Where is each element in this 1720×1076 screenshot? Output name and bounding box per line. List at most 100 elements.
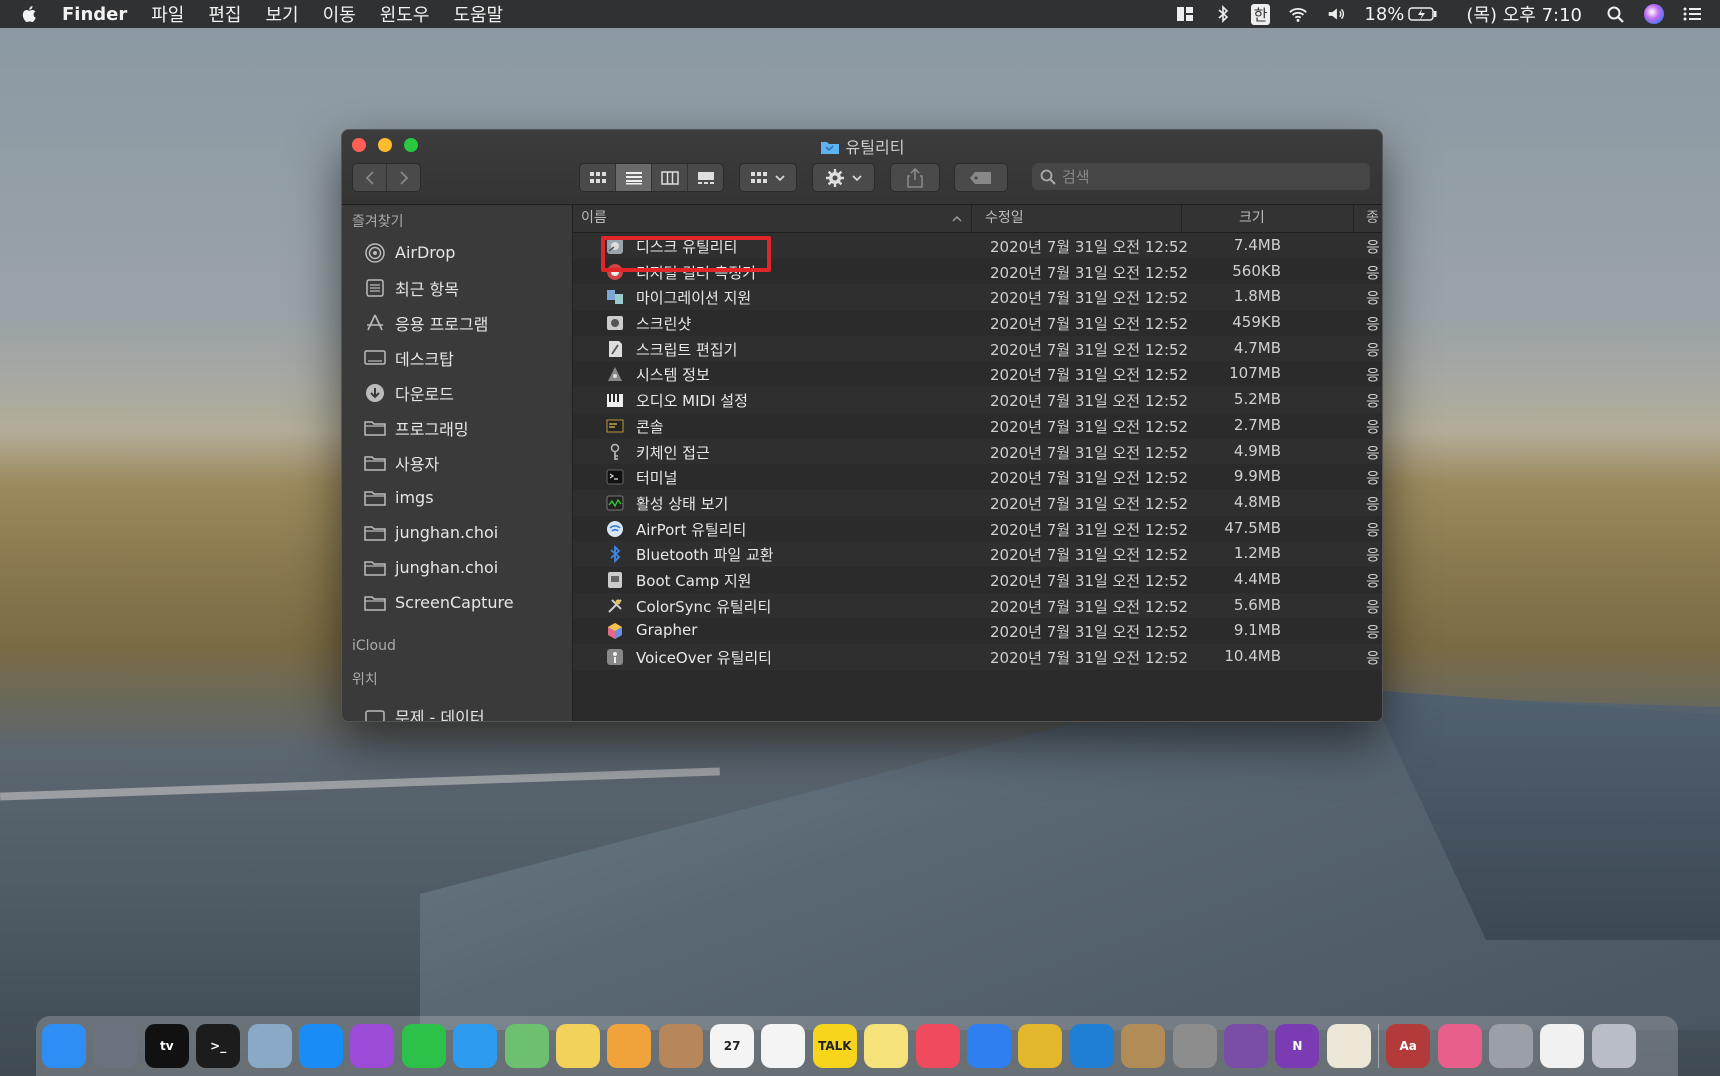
column-header-name[interactable]: 이름 — [581, 205, 607, 232]
textedit-dock-icon[interactable] — [1326, 1024, 1371, 1068]
row-name: VoiceOver 유틸리티 — [636, 649, 772, 667]
music-dock-icon[interactable] — [915, 1024, 960, 1068]
table-row[interactable]: 콘솔 2020년 7월 31일 오전 12:52 2.7MB 응 — [573, 413, 1382, 439]
kakaotalk-dock-icon[interactable]: TALK — [812, 1024, 857, 1068]
list-view-button[interactable] — [616, 164, 652, 191]
menu-window[interactable]: 윈도우 — [380, 1, 430, 27]
window-layout-icon[interactable] — [1175, 5, 1195, 23]
documents-stack-dock-icon[interactable] — [1540, 1024, 1585, 1068]
table-row[interactable]: 활성 상태 보기 2020년 7월 31일 오전 12:52 4.8MB 응 — [573, 489, 1382, 516]
menu-help[interactable]: 도움말 — [453, 1, 503, 27]
downloads-stack-dock-icon[interactable] — [1437, 1024, 1482, 1068]
app-store-dock-icon[interactable] — [298, 1024, 343, 1068]
reminders-dock-icon[interactable] — [761, 1024, 806, 1068]
column-header-date[interactable]: 수정일 — [985, 205, 1024, 232]
apple-tv-dock-icon[interactable]: tv — [144, 1024, 189, 1068]
table-row[interactable]: VoiceOver 유틸리티 2020년 7월 31일 오전 12:52 10.… — [573, 644, 1382, 670]
menu-file[interactable]: 파일 — [151, 1, 184, 27]
gallery-view-button[interactable] — [688, 164, 723, 191]
sidebar-item-disk[interactable]: 무제 - 데이터 — [342, 698, 572, 721]
column-header-kind[interactable]: 종 — [1366, 205, 1379, 232]
back-button[interactable] — [353, 164, 387, 191]
sidebar-item-programming[interactable]: 프로그래밍 — [342, 410, 572, 445]
contacts-dock-icon[interactable] — [658, 1024, 703, 1068]
sidebar-item-junghan-choi-1[interactable]: junghan.choi — [342, 515, 572, 550]
table-row[interactable]: 마이그레이션 지원 2020년 7월 31일 오전 12:52 1.8MB 응 — [573, 284, 1382, 311]
facetime-dock-icon[interactable] — [401, 1024, 446, 1068]
maps-dock-icon[interactable] — [504, 1024, 549, 1068]
battery-charging-icon[interactable] — [1408, 6, 1438, 22]
preview-dock-icon[interactable] — [247, 1024, 292, 1068]
table-row[interactable]: 스크립트 편집기 2020년 7월 31일 오전 12:52 4.7MB 응 — [573, 335, 1382, 362]
row-name: 스크린샷 — [636, 315, 692, 334]
notification-center-icon[interactable] — [1682, 5, 1702, 23]
sidebar-item-junghan-choi-2[interactable]: junghan.choi — [342, 550, 572, 585]
search-field[interactable]: 검색 — [1032, 163, 1370, 190]
sidebar-item-screencapture[interactable]: ScreenCapture — [342, 585, 572, 620]
disk-utility-stack-dock-icon[interactable] — [1488, 1024, 1533, 1068]
column-header-size[interactable]: 크기 — [1239, 205, 1265, 232]
sidebar-item-applications[interactable]: 응용 프로그램 — [342, 305, 572, 340]
icon-view-button[interactable] — [580, 164, 616, 191]
apple-menu-icon[interactable] — [20, 4, 40, 24]
table-row[interactable]: Grapher 2020년 7월 31일 오전 12:52 9.1MB 응 — [573, 618, 1382, 644]
menu-edit[interactable]: 편집 — [208, 1, 241, 27]
input-source-indicator[interactable]: 한 — [1250, 3, 1271, 25]
launchpad-dock-icon[interactable] — [93, 1024, 138, 1068]
table-row[interactable]: 스크린샷 2020년 7월 31일 오전 12:52 459KB 응 — [573, 310, 1382, 336]
messages-dock-icon[interactable] — [453, 1024, 498, 1068]
sidebar-item-imgs[interactable]: imgs — [342, 480, 572, 515]
sidebar-section-locations[interactable]: 위치 — [342, 662, 572, 698]
github-desktop-dock-icon[interactable] — [1223, 1024, 1268, 1068]
row-kind: 응 — [1366, 623, 1380, 642]
table-row[interactable]: Bluetooth 파일 교환 2020년 7월 31일 오전 12:52 1.… — [573, 541, 1382, 567]
archive-utility-dock-icon[interactable] — [1121, 1024, 1166, 1068]
finder-dock-icon[interactable] — [42, 1024, 86, 1068]
sidebar-item-downloads[interactable]: 다운로드 — [342, 375, 572, 410]
view-mode-control — [579, 163, 724, 192]
chrome-dock-icon[interactable] — [1018, 1024, 1063, 1068]
menu-go[interactable]: 이동 — [323, 1, 356, 27]
edit-tags-button[interactable] — [954, 163, 1008, 192]
trash-dock-icon[interactable] — [1591, 1024, 1636, 1068]
terminal-dock-icon[interactable]: >_ — [196, 1024, 241, 1068]
spotlight-search-icon[interactable] — [1606, 5, 1626, 23]
table-row[interactable]: Boot Camp 지원 2020년 7월 31일 오전 12:52 4.4MB… — [573, 567, 1382, 593]
menu-clock[interactable]: (목) 오후 7:10 — [1466, 1, 1582, 27]
table-row[interactable]: 오디오 MIDI 설정 2020년 7월 31일 오전 12:52 5.2MB … — [573, 387, 1382, 413]
photos-dock-icon[interactable] — [607, 1024, 652, 1068]
system-preferences-dock-icon[interactable] — [1172, 1024, 1217, 1068]
table-row[interactable]: 키체인 접근 2020년 7월 31일 오전 12:52 4.9MB 응 — [573, 438, 1382, 465]
calendar-dock-icon[interactable]: 27 — [710, 1024, 755, 1068]
onenote-dock-icon[interactable]: N — [1275, 1024, 1320, 1068]
action-menu-button[interactable] — [812, 163, 875, 192]
wifi-icon[interactable] — [1288, 5, 1308, 23]
table-row[interactable]: AirPort 유틸리티 2020년 7월 31일 오전 12:52 47.5M… — [573, 516, 1382, 542]
forward-button[interactable] — [387, 164, 420, 191]
table-row[interactable]: 터미널 2020년 7월 31일 오전 12:52 9.9MB 응 — [573, 464, 1382, 490]
dictionary-dock-icon[interactable]: Aa — [1386, 1024, 1431, 1068]
window-titlebar[interactable]: 유틸리티 검색 — [342, 130, 1382, 205]
column-view-button[interactable] — [652, 164, 688, 191]
sidebar-section-icloud[interactable]: iCloud — [342, 630, 572, 662]
group-by-button[interactable] — [739, 163, 797, 192]
podcasts-dock-icon[interactable] — [350, 1024, 395, 1068]
stickies-dock-icon[interactable] — [555, 1024, 600, 1068]
vscode-dock-icon[interactable] — [1069, 1024, 1114, 1068]
bluetooth-icon[interactable] — [1213, 5, 1233, 23]
table-row[interactable]: 시스템 정보 2020년 7월 31일 오전 12:52 107MB 응 — [573, 361, 1382, 387]
airdrop-icon — [365, 242, 385, 263]
siri-icon[interactable] — [1644, 4, 1664, 24]
volume-icon[interactable] — [1326, 5, 1346, 23]
menu-app-name[interactable]: Finder — [62, 4, 127, 25]
share-button[interactable] — [890, 163, 940, 192]
safari-dock-icon[interactable] — [967, 1024, 1012, 1068]
sidebar-item-recents[interactable]: 최근 항목 — [342, 270, 572, 305]
table-row[interactable]: ColorSync 유틸리티 2020년 7월 31일 오전 12:52 5.6… — [573, 592, 1382, 619]
sidebar-item-users[interactable]: 사용자 — [342, 445, 572, 480]
menu-view[interactable]: 보기 — [266, 1, 299, 27]
sidebar-item-desktop[interactable]: 데스크탑 — [342, 340, 572, 375]
row-kind: 응 — [1366, 263, 1380, 282]
sidebar-item-airdrop[interactable]: AirDrop — [342, 235, 572, 270]
notes-dock-icon[interactable] — [864, 1024, 909, 1068]
